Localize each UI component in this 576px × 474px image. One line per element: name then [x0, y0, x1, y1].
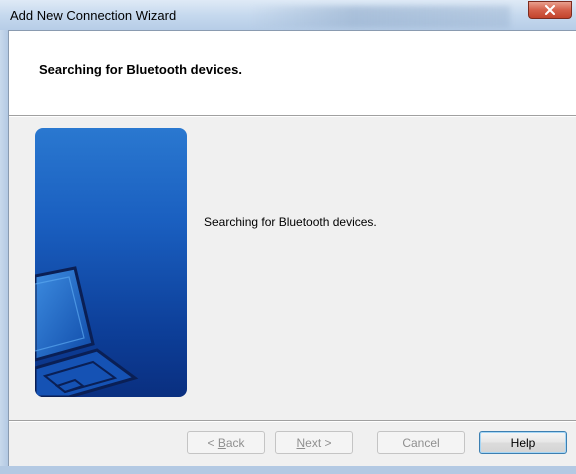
window-left-border — [0, 30, 8, 474]
title-bar[interactable]: Add New Connection Wizard — [0, 0, 576, 30]
help-button-label: Help — [510, 435, 536, 450]
next-button-mnemonic: N — [296, 435, 306, 450]
status-message: Searching for Bluetooth devices. — [204, 215, 377, 229]
back-button-prefix: < — [207, 435, 218, 450]
laptop-illustration — [35, 128, 187, 397]
cancel-button-label: Cancel — [402, 435, 440, 450]
cancel-button[interactable]: Cancel — [377, 431, 465, 454]
back-button[interactable]: < Back — [187, 431, 265, 454]
wizard-header: Searching for Bluetooth devices. — [9, 31, 576, 116]
close-button[interactable] — [528, 1, 572, 19]
header-separator — [9, 116, 576, 117]
wizard-client-area: Searching for Bluetooth devices. Searchi… — [8, 30, 576, 466]
window-title: Add New Connection Wizard — [10, 8, 177, 23]
next-button-label: ext > — [305, 435, 332, 450]
title-bar-glass — [250, 6, 510, 28]
laptop-icon — [35, 266, 139, 397]
wizard-header-title: Searching for Bluetooth devices. — [39, 62, 242, 77]
back-button-mnemonic: B — [217, 435, 226, 450]
window-bottom-border — [0, 466, 576, 474]
help-button[interactable]: Help — [479, 431, 567, 454]
back-button-label: ack — [225, 435, 245, 450]
footer-separator-highlight — [9, 421, 576, 422]
close-icon — [545, 5, 555, 15]
next-button[interactable]: Next > — [275, 431, 353, 454]
